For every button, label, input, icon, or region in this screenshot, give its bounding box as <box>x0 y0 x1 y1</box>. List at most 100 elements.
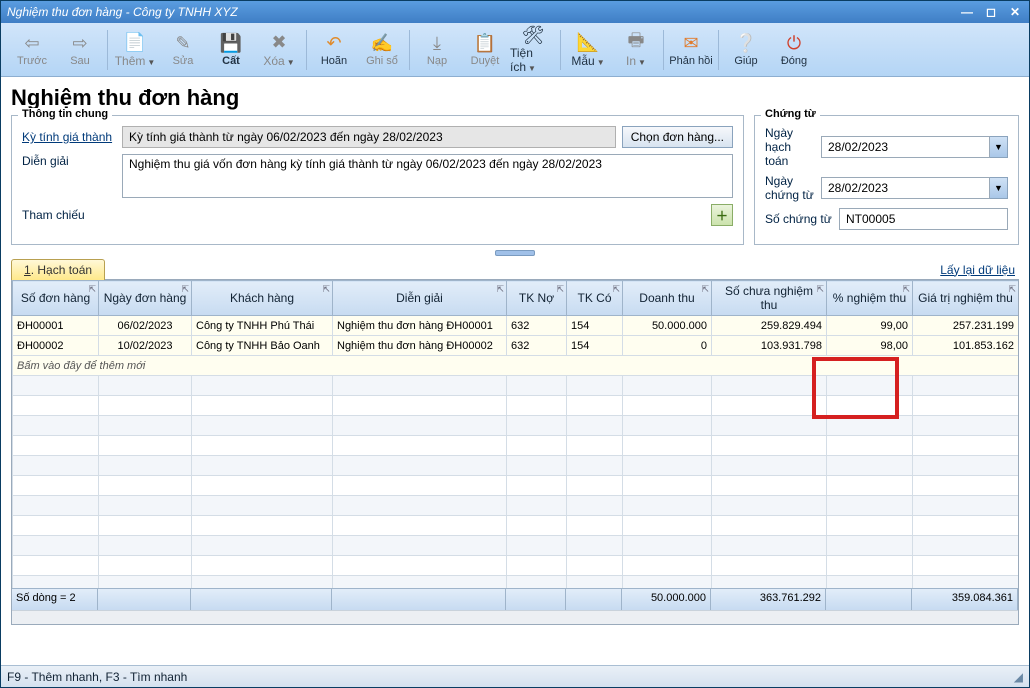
description-label: Diễn giải <box>22 154 122 168</box>
voucher-panel: Chứng từ Ngày hạch toán ▼ Ngày chứng từ … <box>754 115 1019 245</box>
general-legend: Thông tin chung <box>18 108 112 120</box>
add-button[interactable]: 📄Thêm▼ <box>112 26 158 74</box>
close-window-button[interactable]: ✕ <box>1007 5 1023 19</box>
col-customer[interactable]: Khách hàng⇱ <box>192 281 333 316</box>
status-text: F9 - Thêm nhanh, F3 - Tìm nhanh <box>7 670 187 684</box>
empty-row <box>13 536 1019 556</box>
toolbar-separator <box>306 30 307 70</box>
col-value[interactable]: Giá trị nghiệm thu⇱ <box>913 281 1019 316</box>
save-button[interactable]: 💾Cất <box>208 26 254 74</box>
load-button[interactable]: ⤓Nạp <box>414 26 460 74</box>
table-row[interactable]: ĐH0000106/02/2023Công ty TNHH Phú TháiNg… <box>13 316 1019 336</box>
window-buttons: — ◻ ✕ <box>959 5 1023 19</box>
voucher-no-label: Số chứng từ <box>765 212 833 226</box>
mail-icon: ✉ <box>683 33 698 55</box>
template-icon: 📐 <box>577 32 599 54</box>
minimize-button[interactable]: — <box>959 5 975 19</box>
empty-row <box>13 476 1019 496</box>
template-button[interactable]: 📐Mẫu▼ <box>565 26 611 74</box>
empty-row <box>13 576 1019 589</box>
post-button[interactable]: ✍Ghi sổ <box>359 26 405 74</box>
voucher-legend: Chứng từ <box>761 108 820 120</box>
approve-icon: 📋 <box>474 33 496 55</box>
status-bar: F9 - Thêm nhanh, F3 - Tìm nhanh ◢ <box>1 665 1029 687</box>
period-label[interactable]: Kỳ tính giá thành <box>22 130 122 144</box>
feedback-button[interactable]: ✉Phản hồi <box>668 26 714 74</box>
reference-label: Tham chiếu <box>22 208 122 222</box>
print-button[interactable]: 🖶In▼ <box>613 26 659 74</box>
nav-prev-button[interactable]: ⇦Trước <box>9 26 55 74</box>
date-dropdown-button[interactable]: ▼ <box>990 136 1008 158</box>
empty-row <box>13 416 1019 436</box>
window-title: Nghiệm thu đơn hàng - Công ty TNHH XYZ <box>7 5 959 19</box>
ledger-icon: ✍ <box>371 33 393 55</box>
delete-icon: ✖ <box>271 32 286 54</box>
col-desc[interactable]: Diễn giải⇱ <box>333 281 507 316</box>
col-order-date[interactable]: Ngày đơn hàng⇱ <box>99 281 192 316</box>
toolbar-separator <box>107 30 108 70</box>
period-field <box>122 126 616 148</box>
voucher-no-field[interactable] <box>839 208 1008 230</box>
tools-icon: 🛠 <box>522 25 545 46</box>
pencil-icon: ✎ <box>175 33 190 55</box>
load-icon: ⤓ <box>433 33 441 55</box>
add-new-row[interactable]: Bấm vào đây để thêm mới <box>13 356 1019 376</box>
choose-order-button[interactable]: Chọn đơn hàng... <box>622 126 733 148</box>
accounting-date-label: Ngày hạch toán <box>765 126 815 168</box>
plus-icon: ＋ <box>716 207 728 224</box>
empty-row <box>13 396 1019 416</box>
voucher-date-field[interactable] <box>821 177 990 199</box>
col-remain[interactable]: Số chưa nghiệm thu⇱ <box>712 281 827 316</box>
help-button[interactable]: ❔Giúp <box>723 26 769 74</box>
col-order-no[interactable]: Số đơn hàng⇱ <box>13 281 99 316</box>
reload-data-link[interactable]: Lấy lại dữ liệu <box>940 263 1015 277</box>
tab-accounting[interactable]: 1. Hạch toán <box>11 259 105 280</box>
utilities-button[interactable]: 🛠Tiện ích▼ <box>510 26 556 74</box>
accounting-date-field[interactable] <box>821 136 990 158</box>
accounting-grid: Số đơn hàng⇱ Ngày đơn hàng⇱ Khách hàng⇱ … <box>11 279 1019 625</box>
document-add-icon: 📄 <box>124 32 146 54</box>
horizontal-scrollbar[interactable] <box>12 610 1018 624</box>
date-dropdown-button[interactable]: ▼ <box>990 177 1008 199</box>
delete-button[interactable]: ✖Xóa▼ <box>256 26 302 74</box>
footer-remain: 363.761.292 <box>711 589 826 610</box>
footer-revenue: 50.000.000 <box>622 589 711 610</box>
table-row[interactable]: ĐH0000210/02/2023Công ty TNHH Bảo OanhNg… <box>13 336 1019 356</box>
save-icon: 💾 <box>220 33 242 55</box>
edit-button[interactable]: ✎Sửa <box>160 26 206 74</box>
undo-button[interactable]: ↶Hoãn <box>311 26 357 74</box>
empty-row <box>13 516 1019 536</box>
toolbar: ⇦Trước ⇨Sau 📄Thêm▼ ✎Sửa 💾Cất ✖Xóa▼ ↶Hoãn… <box>1 23 1029 77</box>
empty-row <box>13 376 1019 396</box>
add-reference-button[interactable]: ＋ <box>711 204 733 226</box>
col-revenue[interactable]: Doanh thu⇱ <box>623 281 712 316</box>
power-icon: ⏻ <box>787 33 801 55</box>
toolbar-separator <box>718 30 719 70</box>
grid-header-row: Số đơn hàng⇱ Ngày đơn hàng⇱ Khách hàng⇱ … <box>13 281 1019 316</box>
arrow-right-icon: ⇨ <box>72 33 87 55</box>
voucher-date-label: Ngày chứng từ <box>765 174 815 202</box>
toolbar-separator <box>560 30 561 70</box>
arrow-left-icon: ⇦ <box>24 33 39 55</box>
col-debit[interactable]: TK Nợ⇱ <box>507 281 567 316</box>
tabs-row: 1. Hạch toán Lấy lại dữ liệu <box>11 259 1019 280</box>
maximize-button[interactable]: ◻ <box>983 5 999 19</box>
toolbar-separator <box>663 30 664 70</box>
footer-count: Số dòng = 2 <box>12 589 98 610</box>
grid-footer: Số dòng = 2 50.000.000 363.761.292 359.0… <box>12 588 1018 610</box>
general-info-panel: Thông tin chung Kỳ tính giá thành Chọn đ… <box>11 115 744 245</box>
col-percent[interactable]: % nghiệm thu⇱ <box>827 281 913 316</box>
description-field[interactable]: Nghiệm thu giá vốn đơn hàng kỳ tính giá … <box>122 154 733 198</box>
col-credit[interactable]: TK Có⇱ <box>567 281 623 316</box>
panel-splitter[interactable] <box>11 249 1019 257</box>
empty-row <box>13 556 1019 576</box>
nav-next-button[interactable]: ⇨Sau <box>57 26 103 74</box>
empty-row <box>13 436 1019 456</box>
page-title: Nghiệm thu đơn hàng <box>11 85 1019 111</box>
footer-value: 359.084.361 <box>912 589 1018 610</box>
resize-grip[interactable]: ◢ <box>1014 670 1023 684</box>
toolbar-separator <box>409 30 410 70</box>
close-button[interactable]: ⏻Đóng <box>771 26 817 74</box>
approve-button[interactable]: 📋Duyệt <box>462 26 508 74</box>
help-icon: ❔ <box>735 33 757 55</box>
